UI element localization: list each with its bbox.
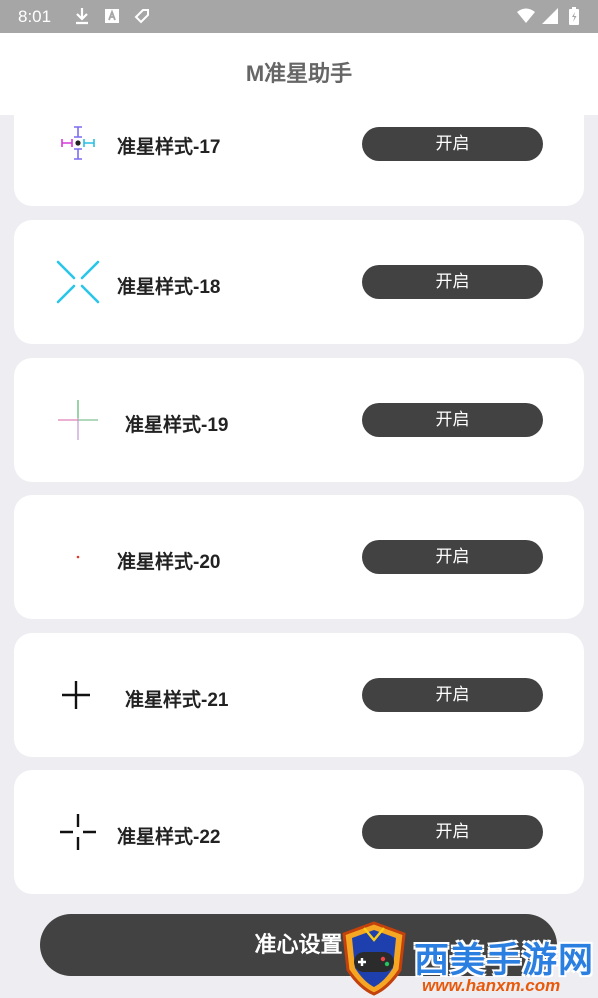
watermark: 西美手游网 www.hanxm.com — [330, 918, 598, 998]
crosshair-style-19-icon — [58, 400, 98, 440]
enable-button-22[interactable]: 开启 — [362, 815, 543, 849]
enable-button-19[interactable]: 开启 — [362, 403, 543, 437]
watermark-url: www.hanxm.com — [422, 976, 561, 995]
crosshair-style-17-icon — [61, 126, 95, 160]
crosshair-card-22: 准星样式-22 开启 — [14, 770, 584, 894]
crosshair-list[interactable]: 准星样式-17 开启 准星样式-18 开启 准星样式-19 开启 准星样式-20… — [0, 115, 598, 905]
crosshair-style-22-icon — [60, 814, 96, 850]
battery-icon — [569, 7, 579, 25]
crosshair-style-21-icon — [62, 681, 90, 709]
enable-button-21[interactable]: 开启 — [362, 678, 543, 712]
crosshair-label-21: 准星样式-21 — [125, 690, 229, 711]
signal-icon — [542, 8, 558, 24]
page-title: M准星助手 — [245, 61, 353, 86]
enable-button-20[interactable]: 开启 — [362, 540, 543, 574]
status-bar: 8:01 — [0, 0, 598, 33]
crosshair-label-19: 准星样式-19 — [125, 415, 229, 436]
tag-icon — [134, 9, 149, 24]
wifi-icon — [517, 8, 535, 23]
a-box-icon — [105, 9, 119, 23]
enable-button-18[interactable]: 开启 — [362, 265, 543, 299]
status-time: 8:01 — [18, 7, 52, 26]
enable-button-17[interactable]: 开启 — [362, 127, 543, 161]
crosshair-label-18: 准星样式-18 — [117, 277, 221, 298]
crosshair-label-20: 准星样式-20 — [117, 552, 221, 573]
crosshair-label-17: 准星样式-17 — [117, 137, 221, 158]
crosshair-card-21: 准星样式-21 开启 — [14, 633, 584, 757]
crosshair-label-22: 准星样式-22 — [117, 827, 221, 848]
download-icon — [76, 8, 88, 25]
crosshair-style-18-icon — [56, 260, 100, 304]
crosshair-style-20-icon — [76, 555, 80, 559]
gamepad-shield-logo-icon — [342, 921, 406, 996]
crosshair-card-17: 准星样式-17 开启 — [14, 115, 584, 206]
crosshair-card-19: 准星样式-19 开启 — [14, 358, 584, 482]
app-bar: M准星助手 — [0, 33, 598, 115]
crosshair-card-18: 准星样式-18 开启 — [14, 220, 584, 344]
crosshair-card-20: 准星样式-20 开启 — [14, 495, 584, 619]
